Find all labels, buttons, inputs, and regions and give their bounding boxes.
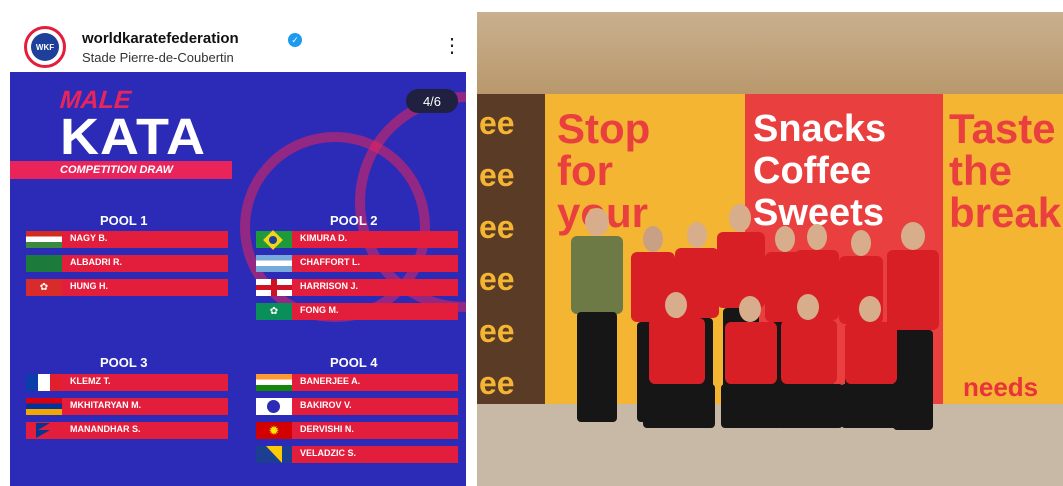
wkf-logo: WKF	[31, 33, 59, 61]
draw-entry: MKHITARYAN M.	[26, 398, 228, 415]
athlete-name: KIMURA D.	[300, 233, 348, 243]
athlete-name: FONG M.	[300, 305, 339, 315]
draw-entry: HARRISON J.	[256, 279, 458, 296]
pool-title: POOL 1	[100, 213, 148, 228]
banner-text: break	[949, 189, 1062, 236]
athlete-name: ALBADRI R.	[70, 257, 122, 267]
draw-entry: ✹ DERVISHI N.	[256, 422, 458, 439]
wall-panel	[477, 12, 1063, 94]
banner-text: ee	[479, 209, 515, 245]
coffee-beans-banner: ee ee ee ee ee ee	[477, 94, 545, 404]
banner-text: Stop	[557, 105, 651, 152]
draw-entry: ALBADRI R.	[26, 255, 228, 272]
athlete-name: HUNG H.	[70, 281, 108, 291]
north-macedonia-flag-icon: ✹	[256, 422, 292, 439]
pool-title: POOL 4	[330, 355, 378, 370]
hong-kong-flag-icon: ✿	[26, 279, 62, 296]
title-main: KATA	[60, 108, 206, 166]
bosnia-flag-icon	[256, 446, 292, 463]
post-header: WKF worldkaratefederation ✓ Stade Pierre…	[0, 0, 472, 72]
saudi-arabia-flag-icon	[26, 255, 62, 272]
athlete-name: NAGY B.	[70, 233, 108, 243]
athlete-name: DERVISHI N.	[300, 424, 354, 434]
france-flag-icon	[26, 374, 62, 391]
nepal-flag-icon	[26, 422, 62, 439]
draw-entry: NAGY B.	[26, 231, 228, 248]
account-avatar[interactable]: WKF	[24, 26, 66, 68]
banner-text: ee	[479, 261, 515, 297]
argentina-flag-icon	[256, 255, 292, 272]
verified-badge-icon: ✓	[288, 33, 302, 47]
draw-entry: KIMURA D.	[256, 230, 458, 250]
armenia-flag-icon	[26, 398, 62, 415]
subtitle-bar: COMPETITION DRAW	[10, 161, 232, 179]
banner-text: ee	[479, 105, 515, 141]
draw-entry: BANERJEE A.	[256, 374, 458, 391]
draw-entry: MANANDHAR S.	[26, 422, 228, 439]
banner-text: ee	[479, 313, 515, 349]
draw-entry: ✿ HUNG H.	[26, 279, 228, 296]
athlete-name: MANANDHAR S.	[70, 424, 141, 434]
banner-text: Coffee	[753, 150, 872, 192]
pool-title: POOL 3	[100, 355, 148, 370]
kazakhstan-flag-icon	[256, 398, 292, 415]
draw-entry: BAKIROV V.	[256, 398, 458, 415]
macau-flag-icon: ✿	[256, 303, 292, 320]
banner-text: the	[949, 147, 1012, 194]
banner-text: Snacks	[753, 108, 887, 150]
brand-logo: needs	[963, 372, 1039, 402]
brazil-flag-icon	[256, 230, 292, 250]
draw-entry: ✿ FONG M.	[256, 303, 458, 320]
india-flag-icon	[256, 374, 292, 391]
banner-text: Taste	[949, 105, 1056, 152]
team-photo: ee ee ee ee ee ee Stop for your Snacks C…	[477, 12, 1063, 486]
post-location[interactable]: Stade Pierre-de-Coubertin	[82, 50, 234, 65]
draw-entry: CHAFFORT L.	[256, 255, 458, 272]
more-options-icon[interactable]: ⋮	[442, 36, 462, 56]
athlete-name: CHAFFORT L.	[300, 257, 360, 267]
account-name[interactable]: worldkaratefederation	[82, 30, 239, 47]
athlete-name: BANERJEE A.	[300, 376, 361, 386]
competition-draw-graphic: 4/6 MALE KATA COMPETITION DRAW POOL 1 PO…	[10, 72, 466, 486]
banner-text: ee	[479, 365, 515, 401]
athlete-name: MKHITARYAN M.	[70, 400, 142, 410]
england-flag-icon	[256, 279, 292, 296]
slide-counter: 4/6	[406, 89, 458, 113]
athlete-name: VELADZIC S.	[300, 448, 357, 458]
banner-text: ee	[479, 157, 515, 193]
hungary-flag-icon	[26, 231, 62, 248]
athlete-name: KLEMZ T.	[70, 376, 111, 386]
athlete-name: HARRISON J.	[300, 281, 359, 291]
instagram-post: WKF worldkaratefederation ✓ Stade Pierre…	[0, 0, 472, 486]
athlete-name: BAKIROV V.	[300, 400, 352, 410]
pool-title: POOL 2	[330, 213, 378, 228]
draw-entry: KLEMZ T.	[26, 374, 228, 391]
draw-entry: VELADZIC S.	[256, 446, 458, 463]
yellow-banner: Taste the break	[943, 94, 1063, 404]
banner-text: for	[557, 147, 613, 194]
